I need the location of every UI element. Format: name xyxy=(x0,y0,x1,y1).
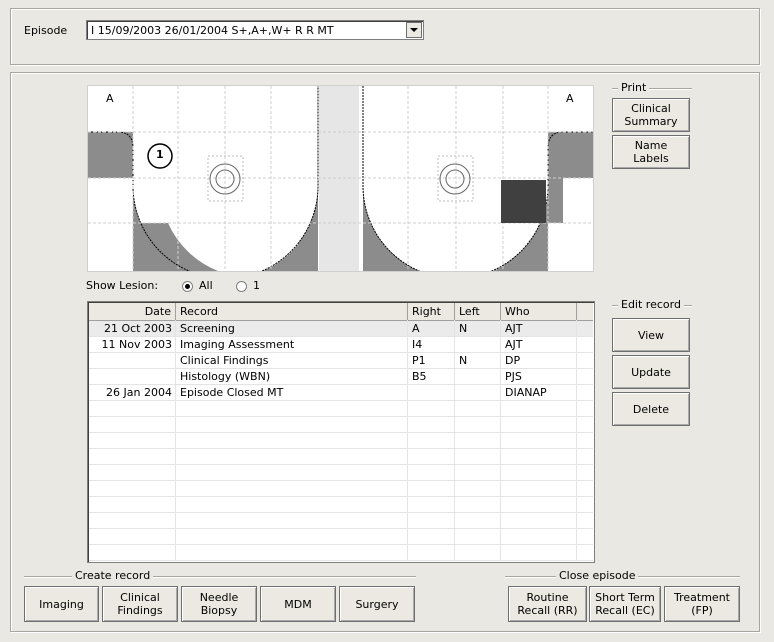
view-button[interactable]: View xyxy=(612,318,690,352)
table-cell-right xyxy=(408,385,455,400)
table-row[interactable]: 21 Oct 2003 Screening A N AJT xyxy=(89,321,593,337)
table-cell-date xyxy=(89,353,176,368)
table-cell-right: A xyxy=(412,322,420,335)
lesion-all-label[interactable]: All xyxy=(199,279,213,292)
table-cell-right: B5 xyxy=(412,370,427,383)
table-row[interactable] xyxy=(89,401,593,417)
table-cell-who: DIANAP xyxy=(505,386,547,399)
surgery-button[interactable]: Surgery xyxy=(339,586,415,622)
treatment-button[interactable]: Treatment (FP) xyxy=(664,586,740,622)
mdm-button[interactable]: MDM xyxy=(260,586,336,622)
records-table-header: Date Record Right Left Who xyxy=(89,303,593,321)
table-cell-date: 26 Jan 2004 xyxy=(106,386,172,399)
table-cell-record: Histology (WBN) xyxy=(180,370,271,383)
table-cell-right: P1 xyxy=(412,354,426,367)
table-cell-who: PJS xyxy=(505,370,522,383)
table-row[interactable]: 26 Jan 2004 Episode Closed MT DIANAP xyxy=(89,385,593,401)
table-cell-left: N xyxy=(459,322,468,335)
short-term-recall-button[interactable]: Short Term Recall (EC) xyxy=(589,586,661,622)
needle-biopsy-button[interactable]: Needle Biopsy xyxy=(181,586,257,622)
breast-diagram-svg xyxy=(88,86,593,271)
column-header-left[interactable]: Left xyxy=(455,303,501,320)
show-lesion-label: Show Lesion: xyxy=(86,279,159,292)
records-table[interactable]: Date Record Right Left Who 21 Oct 2003 Sc… xyxy=(87,301,595,563)
print-group-label: Print xyxy=(618,81,650,94)
table-row[interactable]: 11 Nov 2003 Imaging Assessment I4 AJT xyxy=(89,337,593,353)
lesion-1-radio[interactable] xyxy=(236,281,247,292)
lesion-1-label[interactable]: 1 xyxy=(253,279,260,292)
column-header-who[interactable]: Who xyxy=(501,303,577,320)
column-header-record[interactable]: Record xyxy=(176,303,408,320)
edit-record-group-label: Edit record xyxy=(618,298,684,311)
lesion-number[interactable]: 1 xyxy=(156,148,164,161)
table-cell-who: DP xyxy=(505,354,521,367)
breast-diagram[interactable]: A A 1 xyxy=(87,85,594,272)
right-marker: A xyxy=(566,92,574,105)
table-cell-date: 11 Nov 2003 xyxy=(101,338,172,351)
table-cell-left xyxy=(455,369,501,384)
imaging-button[interactable]: Imaging xyxy=(24,586,99,622)
table-row[interactable]: Histology (WBN) B5 PJS xyxy=(89,369,593,385)
table-row[interactable] xyxy=(89,513,593,529)
episode-select-value: I 15/09/2003 26/01/2004 S+,A+,W+ R R MT xyxy=(91,24,334,37)
routine-recall-button[interactable]: Routine Recall (RR) xyxy=(508,586,587,622)
table-cell-who: AJT xyxy=(505,338,523,351)
lesion-all-radio[interactable] xyxy=(182,281,193,292)
table-row[interactable] xyxy=(89,465,593,481)
table-cell-who: AJT xyxy=(505,322,523,335)
column-header-right[interactable]: Right xyxy=(408,303,455,320)
column-header-date[interactable]: Date xyxy=(89,303,176,320)
table-cell-left: N xyxy=(459,354,468,367)
table-cell-record: Screening xyxy=(180,322,235,335)
table-cell-record: Clinical Findings xyxy=(180,354,269,367)
table-cell-date: 21 Oct 2003 xyxy=(103,322,172,335)
clinical-findings-button[interactable]: Clinical Findings xyxy=(102,586,178,622)
table-cell-left xyxy=(455,385,501,400)
table-cell-date xyxy=(89,369,176,384)
table-row[interactable]: Clinical Findings P1 N DP xyxy=(89,353,593,369)
table-row[interactable] xyxy=(89,481,593,497)
table-row[interactable] xyxy=(89,497,593,513)
left-marker: A xyxy=(106,92,114,105)
name-labels-button[interactable]: Name Labels xyxy=(612,135,690,169)
update-button[interactable]: Update xyxy=(612,355,690,389)
table-cell-record: Episode Closed MT xyxy=(180,386,284,399)
episode-select[interactable]: I 15/09/2003 26/01/2004 S+,A+,W+ R R MT xyxy=(86,20,424,40)
table-cell-right: I4 xyxy=(412,338,423,351)
delete-button[interactable]: Delete xyxy=(612,392,690,426)
table-row[interactable] xyxy=(89,529,593,545)
clinical-summary-button[interactable]: Clinical Summary xyxy=(612,98,690,132)
close-episode-group-label: Close episode xyxy=(556,569,639,582)
chevron-down-icon[interactable] xyxy=(406,22,422,38)
table-row[interactable] xyxy=(89,433,593,449)
episode-label: Episode xyxy=(24,24,68,37)
table-row[interactable] xyxy=(89,545,593,561)
table-row[interactable] xyxy=(89,417,593,433)
table-row[interactable] xyxy=(89,449,593,465)
table-cell-record: Imaging Assessment xyxy=(180,338,295,351)
table-cell-left xyxy=(455,337,501,352)
create-record-group-label: Create record xyxy=(72,569,154,582)
